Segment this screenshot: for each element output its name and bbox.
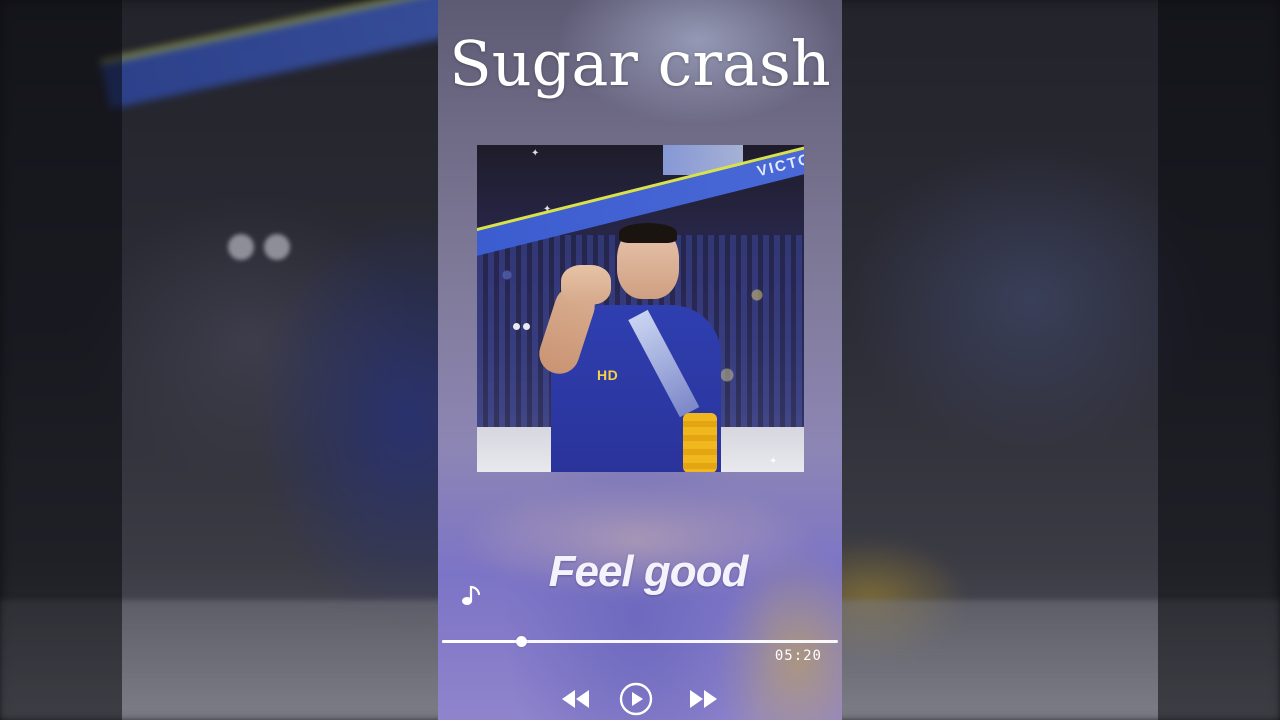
album-art-banner-text: VICTO <box>755 150 804 181</box>
sparkle-icon: ✦ <box>543 204 552 215</box>
rewind-button[interactable] <box>561 682 591 716</box>
total-time: 05:20 <box>774 648 822 664</box>
progress-bar[interactable] <box>442 636 838 648</box>
album-art: VICTO HD ✦ ✦ ✦ <box>477 145 804 472</box>
song-title: Sugar crash <box>449 27 831 100</box>
play-button[interactable] <box>619 682 653 716</box>
playback-controls <box>438 678 842 718</box>
play-circle-icon <box>619 682 653 716</box>
left-letterbox <box>0 0 122 720</box>
fast-forward-icon <box>690 690 717 708</box>
album-art-jersey-logo: HD <box>597 367 619 383</box>
track-name: Feel good <box>548 547 749 596</box>
progress-knob[interactable] <box>516 636 527 647</box>
fast-forward-button[interactable] <box>688 682 718 716</box>
music-player-card: Sugar crash VICTO HD ✦ ✦ ✦ Feel good 05:… <box>438 0 842 720</box>
background-lights <box>228 234 298 262</box>
album-art-player-hand <box>561 265 611 305</box>
album-art-scarf <box>683 413 717 472</box>
right-letterbox <box>1158 0 1280 720</box>
video-frame: Sugar crash VICTO HD ✦ ✦ ✦ Feel good 05:… <box>0 0 1280 720</box>
rewind-icon <box>562 690 589 708</box>
sparkle-icon: ✦ <box>769 456 778 467</box>
album-art-player-hair <box>619 223 677 243</box>
progress-fill <box>442 640 521 643</box>
sparkle-icon: ✦ <box>531 148 540 159</box>
